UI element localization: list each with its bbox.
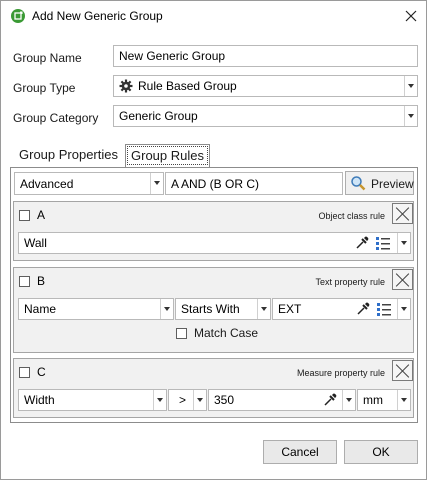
rule-mode-value: Advanced	[20, 177, 74, 191]
rule-c-value: 350	[214, 393, 235, 407]
group-category-value: Generic Group	[119, 109, 198, 123]
rule-c-letter: C	[37, 365, 46, 379]
cancel-button[interactable]: Cancel	[263, 440, 337, 464]
rule-b-remove-button[interactable]	[392, 269, 413, 290]
chevron-down-icon	[404, 106, 417, 126]
rule-expression-value: A AND (B OR C)	[171, 177, 260, 191]
app-icon	[11, 9, 25, 23]
group-type-value: Rule Based Group	[138, 79, 237, 93]
match-case-checkbox[interactable]	[176, 328, 187, 339]
list-icon[interactable]	[376, 301, 392, 317]
chevron-down-icon[interactable]	[397, 233, 410, 253]
rule-c-card: C Measure property rule Width > 350 mm	[13, 358, 414, 418]
rule-a-kind: Object class rule	[318, 211, 385, 221]
chevron-down-icon	[257, 299, 270, 319]
rule-c-property-value: Width	[24, 393, 55, 407]
close-icon	[405, 10, 417, 22]
rule-b-value-field[interactable]: EXT	[272, 298, 411, 320]
rule-a-card: A Object class rule Wall	[13, 201, 414, 261]
eyedropper-icon[interactable]	[355, 301, 371, 317]
group-name-label: Group Name	[13, 51, 82, 65]
rule-b-property-select[interactable]: Name	[18, 298, 174, 320]
chevron-down-icon	[160, 299, 173, 319]
ok-button[interactable]: OK	[344, 440, 418, 464]
eyedropper-icon[interactable]	[322, 392, 338, 408]
chevron-down-icon[interactable]	[397, 299, 410, 319]
chevron-down-icon	[404, 76, 417, 96]
rule-b-letter: B	[37, 274, 46, 288]
tab-group-rules[interactable]: Group Rules	[125, 144, 210, 167]
preview-button[interactable]: Preview	[345, 171, 414, 195]
window-title: Add New Generic Group	[32, 9, 163, 23]
rule-a-value: Wall	[24, 236, 47, 250]
chevron-down-icon	[193, 390, 206, 410]
rule-c-checkbox[interactable]	[19, 367, 30, 378]
rule-mode-select[interactable]: Advanced	[14, 172, 164, 195]
group-type-select[interactable]: Rule Based Group	[113, 75, 418, 97]
rule-c-value-field[interactable]: 350	[208, 389, 356, 411]
rule-b-operator-value: Starts With	[181, 302, 240, 316]
match-case-label: Match Case	[194, 326, 259, 340]
rule-c-operator-value: >	[179, 393, 187, 407]
rule-b-checkbox[interactable]	[19, 276, 30, 287]
rule-b-property-value: Name	[24, 302, 57, 316]
chevron-down-icon	[397, 390, 410, 410]
chevron-down-icon[interactable]	[342, 390, 355, 410]
group-name-value: New Generic Group	[119, 49, 226, 63]
preview-label: Preview	[371, 177, 414, 191]
chevron-down-icon	[150, 173, 163, 194]
magnifier-icon	[351, 176, 366, 191]
group-name-input[interactable]: New Generic Group	[113, 45, 418, 67]
gear-icon	[119, 79, 133, 93]
rule-a-checkbox[interactable]	[19, 210, 30, 221]
rule-expression-input[interactable]: A AND (B OR C)	[165, 172, 343, 195]
rule-b-value: EXT	[278, 302, 302, 316]
group-category-label: Group Category	[13, 111, 99, 125]
rule-c-property-select[interactable]: Width	[18, 389, 167, 411]
add-generic-group-dialog: Add New Generic Group Group Name New Gen…	[0, 0, 427, 480]
rule-a-class-field[interactable]: Wall	[18, 232, 411, 254]
list-icon[interactable]	[375, 235, 391, 251]
rule-b-kind: Text property rule	[315, 277, 385, 287]
group-category-select[interactable]: Generic Group	[113, 105, 418, 127]
rule-c-unit-select[interactable]: mm	[357, 389, 411, 411]
rule-a-remove-button[interactable]	[392, 203, 413, 224]
chevron-down-icon	[153, 390, 166, 410]
rule-c-operator-select[interactable]: >	[168, 389, 207, 411]
rule-b-operator-select[interactable]: Starts With	[175, 298, 271, 320]
rule-c-unit-value: mm	[363, 393, 383, 407]
close-button[interactable]	[399, 4, 423, 28]
group-type-label: Group Type	[13, 81, 76, 95]
rule-b-card: B Text property rule Name Starts With EX…	[13, 267, 414, 353]
rule-c-remove-button[interactable]	[392, 360, 413, 381]
eyedropper-icon[interactable]	[354, 235, 370, 251]
rule-c-kind: Measure property rule	[296, 368, 385, 378]
rule-a-letter: A	[37, 208, 46, 222]
tab-group-properties[interactable]: Group Properties	[14, 144, 124, 167]
